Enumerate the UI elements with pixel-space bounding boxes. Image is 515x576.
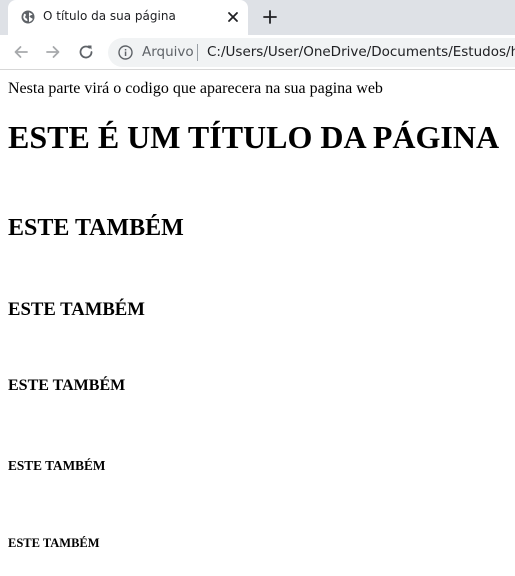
security-label: Arquivo (142, 44, 194, 60)
globe-icon (21, 10, 35, 24)
tab-strip: O título da sua página (0, 0, 515, 35)
page-content: Nesta parte virá o codigo que aparecera … (0, 71, 515, 576)
close-icon[interactable] (226, 10, 240, 24)
tab-active[interactable]: O título da sua página (8, 0, 248, 35)
reload-icon[interactable] (77, 43, 95, 61)
heading-6: ESTE TAMBÉM (8, 536, 100, 550)
forward-arrow-icon[interactable] (44, 43, 62, 61)
address-divider (197, 44, 198, 61)
url-text[interactable]: C:/Users/User/OneDrive/Documents/Estudos… (207, 44, 515, 60)
heading-3: ESTE TAMBÉM (8, 299, 145, 320)
back-arrow-icon[interactable] (12, 43, 30, 61)
heading-2: ESTE TAMBÉM (8, 215, 184, 241)
intro-paragraph: Nesta parte virá o codigo que aparecera … (8, 80, 383, 97)
tab-title: O título da sua página (43, 9, 176, 23)
browser-toolbar: Arquivo C:/Users/User/OneDrive/Documents… (0, 35, 515, 70)
info-icon[interactable] (118, 45, 133, 60)
heading-4: ESTE TAMBÉM (8, 377, 126, 394)
heading-5: ESTE TAMBÉM (8, 458, 106, 473)
new-tab-icon[interactable] (262, 9, 278, 25)
address-bar[interactable]: Arquivo C:/Users/User/OneDrive/Documents… (108, 38, 515, 67)
heading-1: ESTE É UM TÍTULO DA PÁGINA (8, 119, 500, 155)
